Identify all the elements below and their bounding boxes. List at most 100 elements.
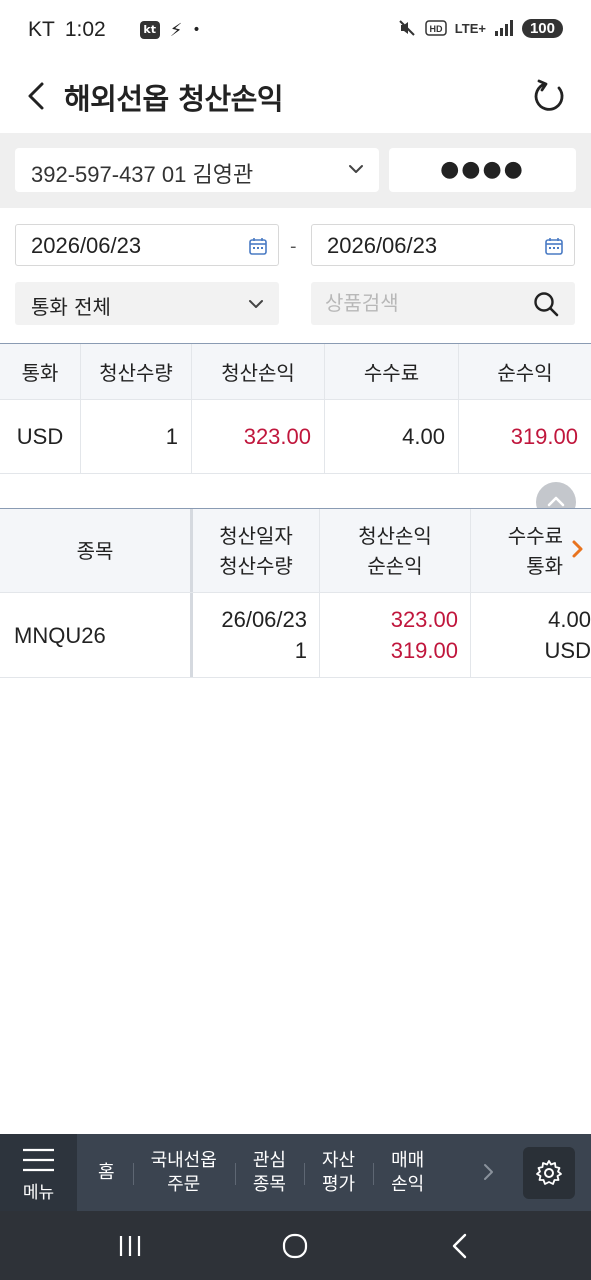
system-navigation-bar [0, 1211, 591, 1280]
back-icon[interactable] [441, 1229, 481, 1263]
date-from-input[interactable]: 2026/06/23 [15, 224, 279, 266]
table-row[interactable]: MNQU26 26/06/23 1 323.00 319.00 4.00 USD [0, 593, 591, 678]
nav-item-watchlist[interactable]: 관심 종목 [234, 1149, 304, 1197]
home-icon[interactable] [275, 1229, 315, 1263]
notification-dot-icon: • [192, 22, 201, 38]
nav-item-home[interactable]: 홈 [80, 1161, 133, 1185]
refresh-icon[interactable] [529, 76, 569, 116]
header-qty-label: 청산수량 [219, 553, 293, 578]
charging-icon: ⚡ [169, 19, 183, 41]
summary-table: 통화 청산수량 청산손익 수수료 순수익 USD 1 323.00 4.00 3… [0, 343, 591, 474]
header-currency-label: 통화 [526, 553, 563, 578]
mute-icon [399, 20, 415, 36]
status-left: KT 1:02 kt ⚡ • [28, 18, 201, 42]
scroll-right-icon[interactable] [571, 539, 585, 559]
col-header-qty: 청산수량 [81, 344, 192, 399]
table-row[interactable]: USD 1 323.00 4.00 319.00 [0, 400, 591, 474]
fee-value: 4.00 [548, 607, 591, 632]
network-label: LTE+ [454, 20, 486, 36]
nav-item-trade-pnl[interactable]: 매매 손익 [373, 1149, 442, 1197]
search-icon[interactable] [533, 291, 559, 317]
cell-qty: 1 [81, 400, 192, 473]
hd-icon: HD [425, 20, 447, 36]
calendar-icon[interactable] [544, 236, 564, 256]
chevron-right-icon[interactable] [482, 1160, 496, 1184]
cell-pnl-net: 323.00 319.00 [320, 593, 471, 677]
date-to-input[interactable]: 2026/06/23 [311, 224, 575, 266]
nav-item-domestic-order[interactable]: 국내선옵 주문 [132, 1149, 235, 1197]
password-field[interactable]: ●●●● [389, 148, 576, 192]
col-header-pnl: 청산손익 [192, 344, 325, 399]
page-title: 해외선옵 청산손익 [64, 82, 284, 116]
settings-button[interactable] [523, 1147, 575, 1199]
col-header-pnl-net: 청산손익 순손익 [320, 509, 471, 592]
chevron-down-icon [349, 165, 363, 173]
header-date-label: 청산일자 [219, 523, 293, 548]
svg-text:HD: HD [429, 24, 442, 34]
cell-pnl: 323.00 [192, 400, 325, 473]
status-right: HD LTE+ 100 [397, 18, 563, 38]
calendar-icon[interactable] [248, 236, 268, 256]
cell-currency: USD [0, 400, 81, 473]
date-separator: - [290, 236, 297, 257]
menu-button[interactable]: 메뉴 [0, 1134, 77, 1211]
kt-app-icon: kt [139, 21, 160, 39]
spacer [0, 474, 591, 522]
chevron-down-icon [249, 300, 263, 308]
nav-label: 평가 [321, 1173, 356, 1195]
account-bar: 392-597-437 01 김영관 ●●●● [0, 133, 591, 208]
back-arrow-icon[interactable] [20, 76, 56, 116]
header-pnl-label: 청산손익 [358, 523, 432, 548]
col-header-item: 종목 [0, 509, 193, 592]
cell-fee: 4.00 [325, 400, 459, 473]
cell-item: MNQU26 [0, 593, 193, 677]
item-code: MNQU26 [14, 622, 106, 648]
gear-icon [536, 1160, 562, 1185]
col-header-date-qty: 청산일자 청산수량 [193, 509, 320, 592]
col-header-fee: 수수료 [325, 344, 459, 399]
detail-header-row: 종목 청산일자 청산수량 청산손익 순손익 수수료 통화 [0, 509, 591, 593]
clock: 1:02 [64, 18, 106, 41]
account-number: 392-597-437 01 김영관 [31, 162, 254, 187]
recent-apps-icon[interactable] [110, 1229, 150, 1263]
nav-label: 국내선옵 [150, 1149, 217, 1171]
header-fee-label: 수수료 [507, 523, 563, 548]
cell-fee-currency: 4.00 USD [471, 593, 591, 677]
status-bar: KT 1:02 kt ⚡ • HD LTE+ 100 [0, 0, 591, 60]
cell-net: 319.00 [510, 423, 578, 449]
hamburger-icon [23, 1148, 54, 1172]
app-header: 해외선옵 청산손익 [0, 60, 591, 132]
nav-label: 관심 [252, 1149, 286, 1171]
currency-select-value: 통화 전체 [31, 295, 111, 319]
account-select[interactable]: 392-597-437 01 김영관 [15, 148, 379, 192]
nav-item-asset-eval[interactable]: 자산 평가 [303, 1149, 373, 1197]
carrier-label: KT [28, 18, 55, 41]
nav-label: 손익 [391, 1173, 425, 1195]
menu-label: 메뉴 [22, 1183, 55, 1203]
bottom-menu-bar: 메뉴 홈 국내선옵 주문 관심 종목 자산 평가 매매 손익 [0, 1134, 591, 1211]
filter-panel: 2026/06/23 - 2026/06/23 통화 전체 [0, 208, 591, 343]
signal-icon [494, 20, 513, 36]
search-input[interactable] [325, 288, 525, 318]
nav-label: 종목 [252, 1173, 286, 1195]
nav-label: 홈 [98, 1161, 115, 1183]
currency-value: USD [544, 638, 591, 663]
header-item-label: 종목 [76, 538, 114, 563]
product-search [311, 282, 575, 325]
quick-menu-list: 홈 국내선옵 주문 관심 종목 자산 평가 매매 손익 [80, 1134, 442, 1211]
date-to-value: 2026/06/23 [327, 233, 438, 258]
settle-pnl: 323.00 [390, 607, 458, 632]
cell-date-qty: 26/06/23 1 [193, 593, 320, 677]
battery-indicator: 100 [521, 18, 563, 38]
currency-select[interactable]: 통화 전체 [15, 282, 279, 325]
detail-table: 종목 청산일자 청산수량 청산손익 순손익 수수료 통화 MNQU26 26/0… [0, 508, 591, 678]
nav-label: 매매 [391, 1149, 425, 1171]
header-net-label: 순손익 [367, 553, 423, 578]
col-header-net: 순수익 [497, 361, 553, 385]
nav-label: 주문 [167, 1173, 201, 1195]
settle-date: 26/06/23 [221, 607, 307, 632]
date-from-value: 2026/06/23 [31, 233, 142, 258]
col-header-currency: 통화 [0, 344, 81, 399]
settle-qty: 1 [294, 638, 307, 663]
net-pnl: 319.00 [390, 638, 458, 663]
